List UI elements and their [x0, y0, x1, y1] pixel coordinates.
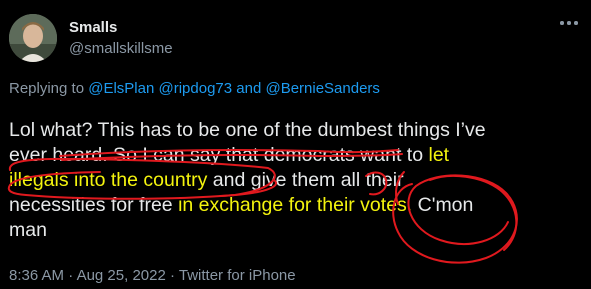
mention-link[interactable]: @BernieSanders: [265, 80, 379, 97]
tweet-metadata: 8:36 AM · Aug 25, 2022 · Twitter for iPh…: [9, 267, 296, 284]
tweet-time[interactable]: 8:36 AM: [9, 267, 64, 284]
separator: ·: [64, 267, 77, 284]
more-dot: [567, 21, 571, 25]
replying-prefix: Replying to: [9, 80, 89, 97]
mention-link[interactable]: @ElsPlan: [88, 80, 154, 97]
highlighted-text: let: [428, 144, 450, 166]
tweet-text-segment: Lol what? This has to be one of the dumb…: [9, 119, 486, 141]
tweet: Smalls @smallskillsme Replying to @ElsPl…: [0, 0, 591, 289]
more-dot: [574, 21, 578, 25]
tweet-text-segment: and give them all their: [207, 169, 404, 191]
highlighted-text: illegals into the country: [9, 169, 208, 191]
highlighted-text: in exchange for their votes.: [178, 194, 413, 216]
display-name[interactable]: Smalls: [69, 19, 117, 36]
tweet-line: illegals into the country and give them …: [9, 168, 587, 193]
tweet-line: ever heard. So I can say that democrats …: [9, 143, 587, 168]
more-options-icon[interactable]: [560, 18, 580, 28]
mention-link[interactable]: @ripdog73: [158, 80, 232, 97]
tweet-line: Lol what? This has to be one of the dumb…: [9, 118, 587, 143]
separator: ·: [165, 267, 179, 284]
tweet-line: man: [9, 218, 587, 243]
tweet-text-segment: necessities for free: [9, 194, 179, 216]
tweet-line: necessities for free in exchange for the…: [9, 193, 587, 218]
user-handle[interactable]: @smallskillsme: [69, 40, 173, 57]
replying-to: Replying to @ElsPlan @ripdog73 and @Bern…: [9, 80, 380, 97]
tweet-text: Lol what? This has to be one of the dumb…: [9, 118, 587, 243]
tweet-text-segment: C'mon: [412, 194, 474, 216]
tweet-text-segment: ever heard. So I can say that democrats …: [9, 144, 429, 166]
tweet-date[interactable]: Aug 25, 2022: [77, 267, 166, 284]
tweet-text-segment: man: [9, 219, 47, 241]
replying-conjunction: and: [232, 80, 266, 97]
avatar[interactable]: [9, 14, 57, 62]
more-dot: [560, 21, 564, 25]
avatar-image: [9, 14, 57, 62]
tweet-source: Twitter for iPhone: [178, 267, 296, 284]
